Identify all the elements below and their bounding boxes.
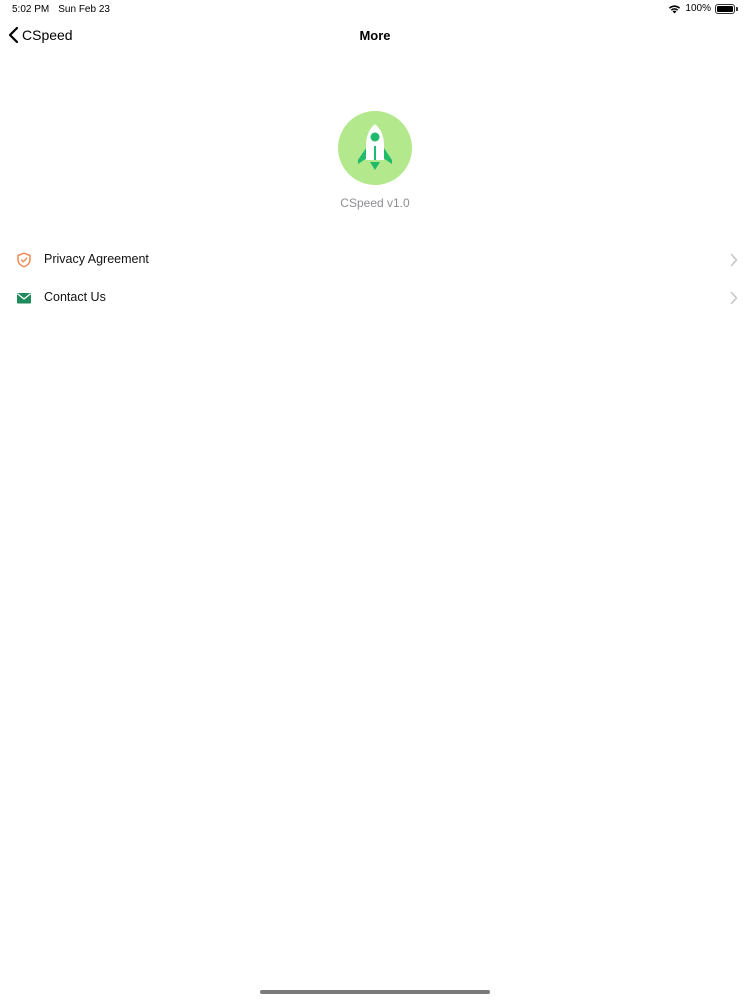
home-indicator[interactable] — [260, 990, 490, 994]
more-screen: 5:02 PM Sun Feb 23 100% CSpeed More CSpe… — [0, 0, 750, 1000]
privacy-agreement-item[interactable]: Privacy Agreement — [0, 241, 750, 279]
chevron-right-icon — [730, 253, 738, 267]
rocket-icon — [358, 124, 392, 170]
status-date: Sun Feb 23 — [58, 4, 110, 15]
wifi-icon — [669, 4, 681, 13]
app-version: CSpeed v1.0 — [340, 196, 410, 210]
status-time: 5:02 PM — [12, 4, 50, 15]
navigation-bar: CSpeed More — [0, 20, 750, 52]
battery-icon — [715, 3, 738, 14]
chevron-right-icon — [730, 291, 738, 305]
app-logo — [338, 111, 412, 185]
contact-us-item[interactable]: Contact Us — [0, 279, 750, 317]
page-title: More — [359, 28, 391, 43]
status-bar: 5:02 PM Sun Feb 23 100% — [0, 0, 750, 20]
envelope-icon — [17, 293, 31, 304]
battery-percent: 100% — [685, 3, 711, 14]
menu-item-label: Privacy Agreement — [44, 252, 149, 266]
menu-item-label: Contact Us — [44, 290, 106, 304]
shield-icon — [17, 252, 31, 268]
